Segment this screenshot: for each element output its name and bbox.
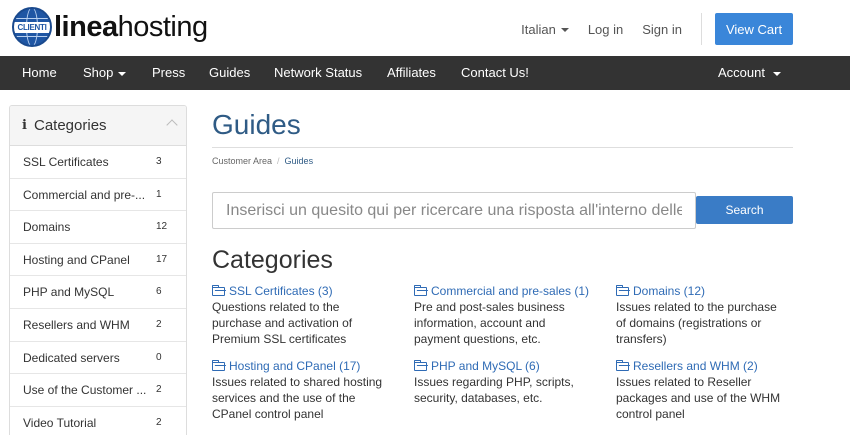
category-card-ssl: SSL Certificates (3) Questions related t… [212, 283, 397, 347]
count-badge: 1 [156, 188, 162, 200]
count-badge: 12 [156, 221, 168, 233]
category-link-domains[interactable]: Domains (12) [616, 283, 801, 299]
sidebar-item-ssl[interactable]: SSL Certificates 3 [10, 146, 186, 179]
logo-badge-text: CLIENTI [14, 22, 50, 33]
sidebar-header[interactable]: i Categories [10, 106, 186, 146]
sidebar-item-customer-area[interactable]: Use of the Customer ... 2 [10, 374, 186, 407]
breadcrumb: Customer Area / Guides [212, 156, 314, 166]
sidebar-title: Categories [34, 117, 107, 134]
category-card-commercial: Commercial and pre-sales (1) Pre and pos… [414, 283, 599, 347]
nav-shop[interactable]: Shop [83, 56, 127, 90]
count-badge: 6 [156, 286, 162, 298]
search-input[interactable] [212, 192, 696, 229]
count-badge: 2 [156, 384, 162, 396]
nav-network-status[interactable]: Network Status [274, 56, 362, 90]
globe-logo-icon: CLIENTI [12, 7, 52, 47]
language-selector[interactable]: Italian [521, 22, 569, 37]
category-card-domains: Domains (12) Issues related to the purch… [616, 283, 801, 347]
info-icon: i [22, 118, 27, 133]
folder-icon [414, 359, 427, 371]
divider [212, 147, 793, 148]
sidebar-item-php[interactable]: PHP and MySQL 6 [10, 276, 186, 309]
login-link[interactable]: Log in [588, 22, 623, 37]
folder-icon [212, 359, 225, 371]
header: CLIENTI lineahosting Italian Log in Sign… [0, 0, 850, 56]
category-link-hosting[interactable]: Hosting and CPanel (17) [212, 358, 397, 374]
chevron-down-icon [560, 28, 569, 33]
count-badge: 2 [156, 318, 162, 330]
sidebar-item-hosting[interactable]: Hosting and CPanel 17 [10, 244, 186, 277]
nav-guides[interactable]: Guides [209, 56, 250, 90]
sidebar-item-domains[interactable]: Domains 12 [10, 211, 186, 244]
category-card-php: PHP and MySQL (6) Issues regarding PHP, … [414, 358, 599, 406]
nav-contact[interactable]: Contact Us! [461, 56, 529, 90]
view-cart-button[interactable]: View Cart [715, 13, 793, 45]
count-badge: 0 [156, 351, 162, 363]
nav-press[interactable]: Press [152, 56, 185, 90]
chevron-down-icon [772, 71, 781, 76]
sidebar-item-resellers[interactable]: Resellers and WHM 2 [10, 309, 186, 342]
sidebar-item-video[interactable]: Video Tutorial 2 [10, 407, 186, 435]
breadcrumb-customer-area[interactable]: Customer Area [212, 156, 272, 166]
page-title: Guides [212, 109, 301, 140]
top-links: Italian Log in Sign in View Cart [521, 13, 850, 45]
folder-icon [616, 284, 629, 296]
chevron-down-icon [118, 71, 127, 76]
categories-sidebar: i Categories SSL Certificates 3 Commercia… [9, 105, 187, 435]
count-badge: 17 [156, 253, 168, 265]
brand-name: lineahosting [54, 10, 208, 43]
search-button[interactable]: Search [696, 196, 793, 224]
signin-link[interactable]: Sign in [642, 22, 682, 37]
category-link-commercial[interactable]: Commercial and pre-sales (1) [414, 283, 599, 299]
chevron-up-icon[interactable] [166, 119, 178, 131]
count-badge: 2 [156, 416, 162, 428]
main-navbar: Home Shop Press Guides Network Status Af… [0, 56, 850, 90]
category-card-hosting: Hosting and CPanel (17) Issues related t… [212, 358, 397, 422]
count-badge: 3 [156, 156, 162, 167]
folder-icon [616, 359, 629, 371]
nav-home[interactable]: Home [22, 56, 57, 90]
category-link-ssl[interactable]: SSL Certificates (3) [212, 283, 397, 299]
folder-icon [212, 284, 225, 296]
category-card-resellers: Resellers and WHM (2) Issues related to … [616, 358, 801, 422]
logo[interactable]: CLIENTI lineahosting [12, 7, 208, 47]
nav-affiliates[interactable]: Affiliates [387, 56, 436, 90]
divider [701, 13, 702, 45]
breadcrumb-guides: Guides [284, 156, 314, 166]
category-link-php[interactable]: PHP and MySQL (6) [414, 358, 599, 374]
nav-account[interactable]: Account [718, 56, 781, 90]
sidebar-item-commercial[interactable]: Commercial and pre-... 1 [10, 179, 186, 212]
categories-heading: Categories [212, 246, 333, 274]
category-link-resellers[interactable]: Resellers and WHM (2) [616, 358, 801, 374]
folder-icon [414, 284, 427, 296]
sidebar-item-dedicated[interactable]: Dedicated servers 0 [10, 342, 186, 375]
